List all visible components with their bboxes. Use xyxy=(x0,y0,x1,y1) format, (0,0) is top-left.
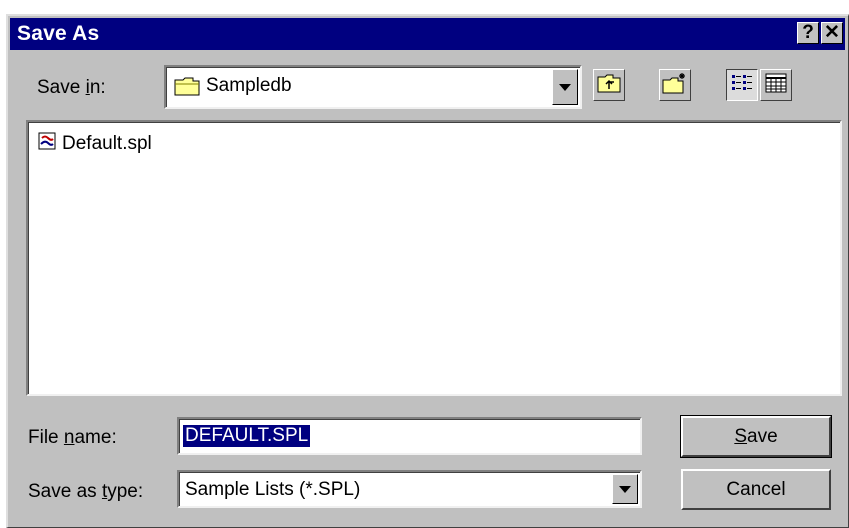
file-list[interactable]: Default.spl xyxy=(26,120,842,396)
spl-file-icon xyxy=(38,132,56,156)
chevron-down-icon xyxy=(559,83,571,91)
save-as-type-label-pre: Save as xyxy=(28,481,102,502)
file-name-label: File name: xyxy=(28,427,117,449)
save-as-type-value: Sample Lists (*.SPL) xyxy=(185,479,361,500)
save-button-label: ave xyxy=(747,425,778,447)
details-view-icon xyxy=(764,72,788,99)
folder-icon xyxy=(174,75,200,102)
save-as-type-label: Save as type: xyxy=(28,481,143,503)
details-view-button[interactable] xyxy=(760,69,792,101)
file-name-value: DEFAULT.SPL xyxy=(183,425,311,447)
save-as-type-select[interactable]: Sample Lists (*.SPL) xyxy=(177,470,642,508)
file-name-label-post: ame: xyxy=(74,427,117,448)
save-button[interactable]: Save xyxy=(680,415,832,458)
save-as-dialog: Save As ? ✕ Save in: Sampledb Default.sp… xyxy=(6,14,849,528)
cancel-button[interactable]: Cancel xyxy=(681,469,831,510)
save-button-accel: S xyxy=(734,425,748,447)
file-name-label-accel: n xyxy=(63,427,75,448)
list-view-button[interactable] xyxy=(726,69,758,101)
title-bar[interactable]: Save As ? ✕ xyxy=(10,18,845,50)
new-folder-button[interactable] xyxy=(659,69,691,101)
close-button[interactable]: ✕ xyxy=(821,22,843,44)
list-view-icon xyxy=(730,72,754,99)
file-name-label-pre: File xyxy=(28,427,64,448)
file-name-field[interactable]: DEFAULT.SPL xyxy=(177,417,642,455)
chevron-down-icon xyxy=(619,485,631,493)
up-one-level-button[interactable] xyxy=(593,69,625,101)
save-in-label-post: n: xyxy=(89,77,106,98)
save-in-label-pre: Save xyxy=(37,77,86,98)
new-folder-icon xyxy=(662,72,688,99)
title-buttons: ? ✕ xyxy=(797,22,843,44)
save-in-value: Sampledb xyxy=(206,75,292,96)
list-item[interactable]: Default.spl xyxy=(38,132,152,156)
help-button[interactable]: ? xyxy=(797,22,819,44)
file-name-text: Default.spl xyxy=(62,133,152,154)
save-in-dropdown-button[interactable] xyxy=(552,69,578,105)
save-as-type-label-post: ype: xyxy=(107,481,144,502)
save-as-type-dropdown-button[interactable] xyxy=(612,474,638,504)
save-in-combo[interactable]: Sampledb xyxy=(164,65,582,109)
save-in-label: Save in: xyxy=(37,77,106,99)
folder-up-icon xyxy=(597,73,621,98)
window-title: Save As xyxy=(17,22,100,45)
